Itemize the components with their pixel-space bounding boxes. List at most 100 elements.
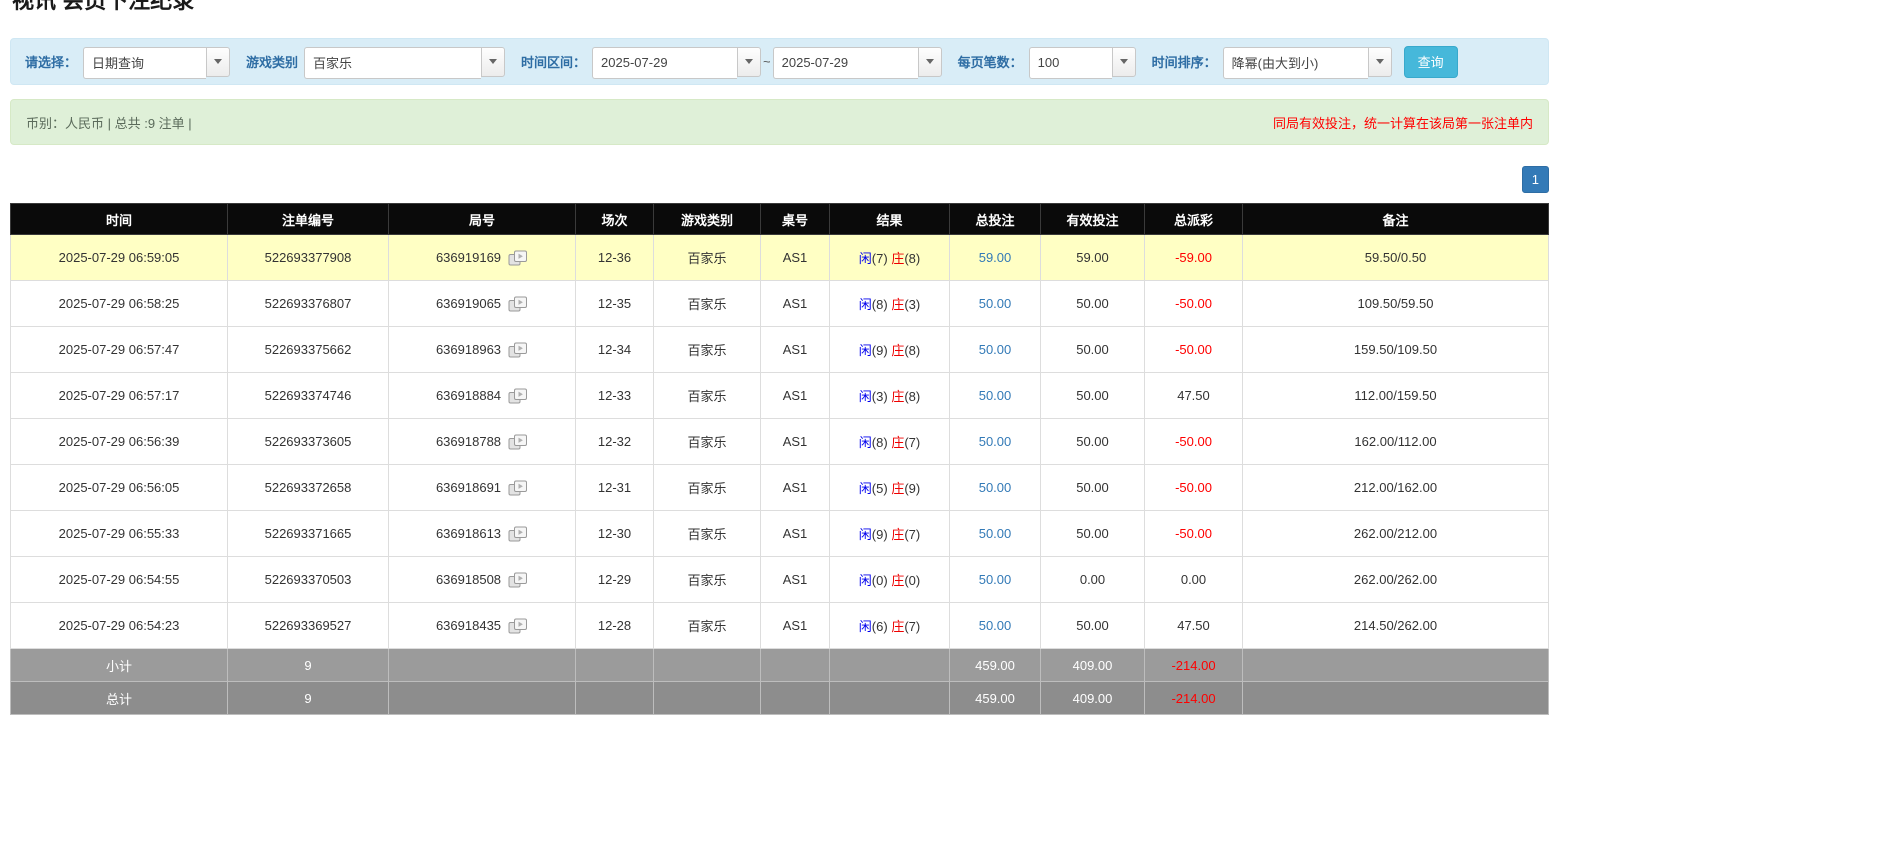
banker-label: 庄 <box>891 481 905 496</box>
banker-label: 庄 <box>891 297 905 312</box>
query-button[interactable]: 查询 <box>1403 45 1458 78</box>
bet-record-row: 2025-07-29 06:59:05 522693377908 636919169… <box>10 234 1549 281</box>
bet-record-row: 2025-07-29 06:55:33 522693371665 636918613… <box>10 510 1549 557</box>
banker-score: (8) <box>904 389 921 404</box>
per-page-input[interactable] <box>1028 46 1112 79</box>
total-bet-link[interactable]: 50.00 <box>979 296 1012 311</box>
remark-cell: 109.50/59.50 <box>1242 280 1549 327</box>
player-label: 闲 <box>858 297 872 312</box>
result-cell: 闲(0) 庄(0) <box>829 556 950 603</box>
total-bet-link[interactable]: 50.00 <box>979 388 1012 403</box>
footer-count-cell: 9 <box>227 681 389 715</box>
player-score: (9) <box>871 527 888 542</box>
round-number: 636919065 <box>435 296 502 312</box>
player-score: (3) <box>871 389 888 404</box>
footer-empty-cell <box>760 681 830 715</box>
chevron-down-icon <box>214 59 223 64</box>
game-type-cell: 百家乐 <box>653 418 761 465</box>
footer-remark-cell <box>1242 648 1549 682</box>
game-type-input[interactable] <box>304 46 482 79</box>
player-result: 闲(6) <box>859 619 888 634</box>
table-no-cell: AS1 <box>760 602 830 649</box>
player-label: 闲 <box>858 343 872 358</box>
chevron-down-icon <box>1119 59 1128 64</box>
date-to-input[interactable] <box>772 46 918 79</box>
total-bet-link[interactable]: 50.00 <box>979 526 1012 541</box>
bet-record-row: 2025-07-29 06:56:39 522693373605 636918788… <box>10 418 1549 465</box>
player-label: 闲 <box>858 251 872 266</box>
result-cell: 闲(7) 庄(8) <box>829 234 950 281</box>
valid-bet-cell: 50.00 <box>1040 418 1145 465</box>
column-header: 局号 <box>388 203 576 235</box>
total-bet-link[interactable]: 59.00 <box>979 250 1012 265</box>
round-replay-icon[interactable] <box>508 250 528 266</box>
table-no-cell: AS1 <box>760 556 830 603</box>
player-label: 闲 <box>858 619 872 634</box>
result-cell: 闲(6) 庄(7) <box>829 602 950 649</box>
footer-valid-bet-cell: 409.00 <box>1040 681 1145 715</box>
bet-id-cell: 522693374746 <box>227 372 389 419</box>
total-bet-cell: 50.00 <box>949 510 1041 557</box>
remark-cell: 159.50/109.50 <box>1242 326 1549 373</box>
payout-cell: -50.00 <box>1144 510 1243 557</box>
banker-label: 庄 <box>891 435 905 450</box>
banker-label: 庄 <box>891 527 905 542</box>
banker-result: 庄(0) <box>891 573 920 588</box>
round-replay-icon[interactable] <box>508 342 528 358</box>
time-cell: 2025-07-29 06:55:33 <box>10 510 228 557</box>
banker-result: 庄(7) <box>891 619 920 634</box>
date-from-input[interactable] <box>592 46 738 79</box>
player-score: (5) <box>871 481 888 496</box>
per-page-combobox <box>1028 46 1136 79</box>
round-replay-icon[interactable] <box>508 480 528 496</box>
bet-records-table: 时间 注单编号 局号 场次 游戏类别 桌号 结果 总投注 有效投注 总派彩 备注 2025-07-2… <box>10 203 1549 715</box>
bet-id-cell: 522693377908 <box>227 234 389 281</box>
player-score: (8) <box>871 435 888 450</box>
per-page-dropdown-button[interactable] <box>1111 46 1136 77</box>
player-label: 闲 <box>858 435 872 450</box>
time-cell: 2025-07-29 06:54:55 <box>10 556 228 603</box>
round-replay-icon[interactable] <box>508 434 528 450</box>
summary-bar: 币别：人民币 | 总共 :9 注单 | 同局有效投注，统一计算在该局第一张注单内 <box>10 99 1549 145</box>
column-header: 游戏类别 <box>653 203 761 235</box>
footer-payout-cell: -214.00 <box>1144 681 1243 715</box>
date-from-dropdown-button[interactable] <box>737 46 762 77</box>
round-replay-icon[interactable] <box>508 526 528 542</box>
page-title: 视讯 会员下注纪录 <box>12 0 195 13</box>
session-cell: 12-34 <box>575 326 654 373</box>
valid-bet-cell: 0.00 <box>1040 556 1145 603</box>
total-bet-link[interactable]: 50.00 <box>979 342 1012 357</box>
round-cell: 636918435 <box>388 602 576 649</box>
game-type-dropdown-button[interactable] <box>481 46 506 77</box>
table-no-cell: AS1 <box>760 464 830 511</box>
payout-cell: 47.50 <box>1144 602 1243 649</box>
page-1-button[interactable]: 1 <box>1521 166 1549 193</box>
content-area: 视讯 会员下注纪录 请选择： 游戏类别 时间区间： ~ 每页笔数： 时间排序： <box>10 0 1549 715</box>
column-header: 注单编号 <box>227 203 389 235</box>
table-no-cell: AS1 <box>760 372 830 419</box>
total-bet-link[interactable]: 50.00 <box>979 434 1012 449</box>
query-type-input[interactable] <box>83 46 207 79</box>
player-score: (8) <box>871 297 888 312</box>
banker-result: 庄(7) <box>891 527 920 542</box>
round-replay-icon[interactable] <box>508 618 528 634</box>
round-replay-icon[interactable] <box>508 388 528 404</box>
query-type-dropdown-button[interactable] <box>206 46 231 77</box>
time-cell: 2025-07-29 06:59:05 <box>10 234 228 281</box>
total-bet-cell: 50.00 <box>949 280 1041 327</box>
total-bet-link[interactable]: 50.00 <box>979 572 1012 587</box>
sort-input[interactable] <box>1222 46 1368 79</box>
date-to-dropdown-button[interactable] <box>917 46 942 77</box>
round-replay-icon[interactable] <box>508 572 528 588</box>
total-bet-link[interactable]: 50.00 <box>979 618 1012 633</box>
session-cell: 12-30 <box>575 510 654 557</box>
subtotal-row: 小计 9 459.00 409.00 -214.00 <box>10 648 1549 682</box>
total-bet-link[interactable]: 50.00 <box>979 480 1012 495</box>
round-cell: 636918613 <box>388 510 576 557</box>
round-replay-icon[interactable] <box>508 296 528 312</box>
payout-cell: -50.00 <box>1144 280 1243 327</box>
footer-empty-cell <box>829 681 950 715</box>
banker-score: (9) <box>904 481 921 496</box>
bet-id-cell: 522693375662 <box>227 326 389 373</box>
sort-dropdown-button[interactable] <box>1367 46 1392 77</box>
